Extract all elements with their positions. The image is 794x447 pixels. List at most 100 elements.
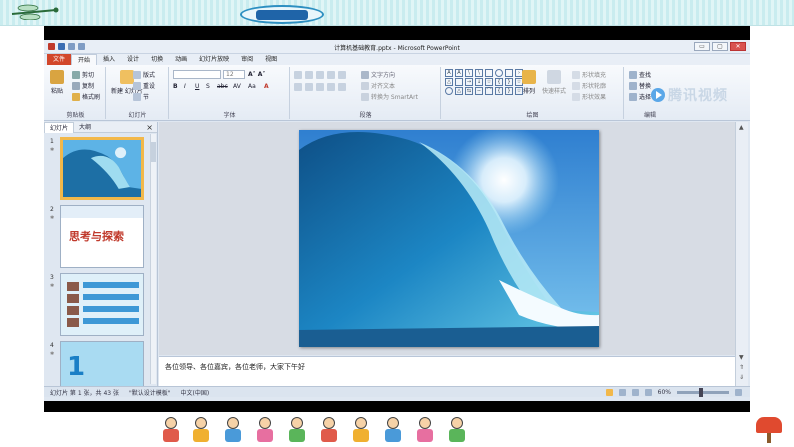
select-button[interactable]: 选择: [629, 92, 651, 101]
minimize-button[interactable]: ▭: [694, 42, 710, 51]
section-button[interactable]: 节: [133, 92, 149, 101]
indent-icon[interactable]: [327, 71, 335, 79]
bullets-icon[interactable]: [294, 71, 302, 79]
grow-font-button[interactable]: A˄ A˅: [248, 71, 265, 78]
line-shape-icon[interactable]: \: [465, 69, 473, 77]
tab-transitions[interactable]: 切换: [145, 54, 169, 65]
scroll-down-icon[interactable]: ▼: [739, 354, 744, 361]
panel-close-icon[interactable]: ×: [146, 123, 153, 132]
scroll-up-icon[interactable]: ▲: [739, 124, 744, 131]
sorter-view-icon[interactable]: [618, 388, 626, 396]
font-color-button[interactable]: A: [264, 83, 269, 90]
shadow-button[interactable]: S: [206, 83, 210, 90]
triangle-shape-icon[interactable]: △: [445, 78, 453, 86]
curve-shape-icon[interactable]: ⌒: [485, 87, 493, 95]
line-shape-icon[interactable]: \: [475, 69, 483, 77]
slide-thumbnail-3[interactable]: [60, 273, 144, 336]
rect-shape-icon[interactable]: [485, 69, 493, 77]
replace-button[interactable]: 替换: [629, 81, 651, 90]
brace-shape-icon[interactable]: {: [495, 78, 503, 86]
maximize-button[interactable]: ▢: [712, 42, 728, 51]
char-spacing-button[interactable]: AV: [233, 83, 241, 90]
shape-fill-button[interactable]: 形状填充: [572, 70, 606, 79]
brace-shape-icon[interactable]: }: [505, 78, 513, 86]
align-right-icon[interactable]: [316, 83, 324, 91]
slide-thumbnail-4[interactable]: 1: [60, 341, 144, 387]
textbox-shape-icon[interactable]: A: [455, 69, 463, 77]
textbox-shape-icon[interactable]: A: [445, 69, 453, 77]
text-direction-button[interactable]: 文字方向: [361, 70, 395, 79]
outdent-icon[interactable]: [316, 71, 324, 79]
tab-animations[interactable]: 动画: [169, 54, 193, 65]
slide-thumbnail-1[interactable]: [60, 137, 144, 200]
slideshow-view-icon[interactable]: [644, 388, 652, 396]
columns-icon[interactable]: [338, 83, 346, 91]
shapes-gallery[interactable]: A A \ \ › △ → ↓ ☆{} ☆ △ ⇆ ∽ ⌒{} ☆: [445, 69, 524, 95]
brace-shape-icon[interactable]: {: [495, 87, 503, 95]
zoom-slider[interactable]: [677, 387, 729, 397]
curve-shape-icon[interactable]: ∽: [475, 87, 483, 95]
quick-styles-button[interactable]: 快速样式: [542, 70, 566, 95]
tab-file[interactable]: 文件: [47, 54, 72, 65]
align-left-icon[interactable]: [294, 83, 302, 91]
copy-button[interactable]: 复制: [72, 81, 94, 90]
font-name-field[interactable]: [173, 70, 221, 79]
tab-view[interactable]: 视图: [259, 54, 283, 65]
numbering-icon[interactable]: [305, 71, 313, 79]
oval-shape-icon[interactable]: [445, 87, 453, 95]
current-slide[interactable]: [299, 130, 599, 347]
replace-label: 替换: [639, 83, 652, 90]
paste-button[interactable]: 粘贴: [50, 70, 64, 95]
italic-button[interactable]: I: [184, 83, 186, 90]
layout-icon: [133, 70, 141, 79]
cut-label: 剪切: [82, 72, 95, 79]
arrow-shape-icon[interactable]: ↓: [475, 78, 483, 86]
brace-shape-icon[interactable]: }: [505, 87, 513, 95]
arrow-shape-icon[interactable]: →: [465, 78, 473, 86]
prev-slide-icon[interactable]: ⇑: [739, 364, 744, 371]
cut-button[interactable]: 剪切: [72, 70, 94, 79]
shape-effects-button[interactable]: 形状效果: [572, 92, 606, 101]
layout-button[interactable]: 版式: [133, 70, 155, 79]
line-spacing-icon[interactable]: [338, 71, 346, 79]
align-center-icon[interactable]: [305, 83, 313, 91]
triangle-shape-icon[interactable]: △: [455, 87, 463, 95]
rect-shape-icon[interactable]: [505, 69, 513, 77]
font-size-field[interactable]: 12: [223, 70, 245, 79]
cartoon-child-icon: [382, 417, 404, 443]
strikethrough-button[interactable]: abc: [217, 83, 228, 90]
format-painter-button[interactable]: 格式刷: [72, 92, 100, 101]
panel-scrollbar[interactable]: [150, 134, 156, 384]
next-slide-icon[interactable]: ⇓: [739, 374, 744, 381]
bold-button[interactable]: B: [173, 83, 178, 90]
find-button[interactable]: 查找: [629, 70, 651, 79]
slide-thumbnail-2[interactable]: 思考与探索: [60, 205, 144, 268]
underline-button[interactable]: U: [195, 83, 199, 90]
oval-shape-icon[interactable]: [495, 69, 503, 77]
star-shape-icon[interactable]: ☆: [485, 78, 493, 86]
tab-design[interactable]: 设计: [121, 54, 145, 65]
justify-icon[interactable]: [327, 83, 335, 91]
notes-pane[interactable]: 各位领导、各位嘉宾，各位老师，大家下午好: [159, 356, 735, 386]
fit-slide-icon[interactable]: [735, 388, 742, 396]
editor-scrollbar[interactable]: ▲ ▼ ⇑ ⇓: [735, 122, 748, 386]
close-button[interactable]: ✕: [730, 42, 746, 51]
smartart-button[interactable]: 转换为 SmartArt: [361, 92, 418, 101]
reading-view-icon[interactable]: [631, 388, 639, 396]
shape-outline-button[interactable]: 形状轮廓: [572, 81, 606, 90]
change-case-button[interactable]: Aa: [248, 83, 256, 90]
tab-review[interactable]: 审阅: [235, 54, 259, 65]
tab-outline[interactable]: 大纲: [74, 122, 96, 133]
normal-view-icon[interactable]: [605, 388, 613, 396]
tab-insert[interactable]: 插入: [97, 54, 121, 65]
tab-slideshow[interactable]: 幻灯片放映: [193, 54, 235, 65]
tab-slides[interactable]: 幻灯片: [44, 121, 75, 133]
arrange-button[interactable]: 排列: [522, 70, 536, 95]
tab-home[interactable]: 开始: [71, 54, 98, 65]
clipboard-group-label: 剪贴板: [66, 112, 85, 119]
zoom-level[interactable]: 60%: [658, 389, 671, 396]
arrow-shape-icon[interactable]: ⇆: [465, 87, 473, 95]
reset-button[interactable]: 重设: [133, 81, 155, 90]
rect-shape-icon[interactable]: [455, 78, 463, 86]
align-text-button[interactable]: 对齐文本: [361, 81, 395, 90]
